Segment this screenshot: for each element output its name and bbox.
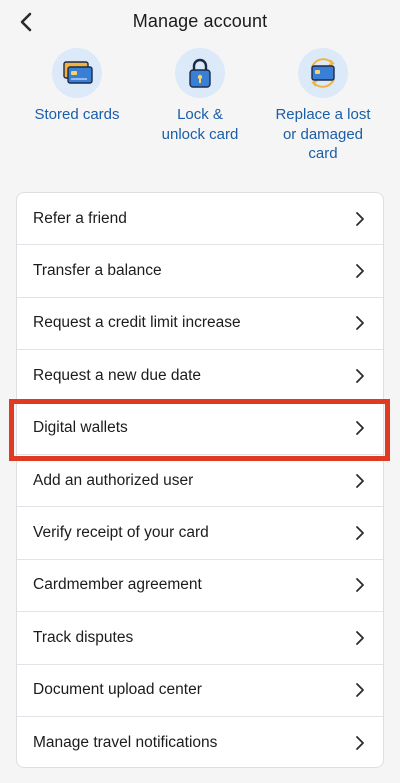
chevron-right-icon	[356, 421, 364, 436]
menu-item-credit-limit-increase[interactable]: Request a credit limit increase	[17, 298, 383, 351]
chevron-right-icon	[356, 316, 364, 331]
replace-card-button[interactable]: Replace a lost or damaged card	[268, 48, 378, 164]
menu-item-label: Refer a friend	[33, 209, 127, 227]
menu-item-new-due-date[interactable]: Request a new due date	[17, 350, 383, 403]
lock-unlock-card-button[interactable]: Lock & unlock card	[147, 48, 253, 144]
menu-item-label: Digital wallets	[33, 419, 128, 437]
chevron-right-icon	[356, 526, 364, 540]
menu-item-track-disputes[interactable]: Track disputes	[17, 612, 383, 665]
quick-actions: Stored cards Lock & unlock card Replace …	[0, 48, 400, 172]
chevron-right-icon	[356, 264, 364, 278]
menu-item-label: Verify receipt of your card	[33, 524, 209, 542]
menu-item-label: Request a credit limit increase	[33, 314, 241, 332]
chevron-right-icon	[356, 211, 364, 226]
menu-item-label: Document upload center	[33, 681, 202, 699]
account-options-list: Refer a friend Transfer a balance Reques…	[16, 192, 384, 768]
menu-item-label: Cardmember agreement	[33, 576, 202, 594]
menu-item-authorized-user[interactable]: Add an authorized user	[17, 455, 383, 508]
chevron-right-icon	[356, 630, 364, 645]
menu-item-label: Add an authorized user	[33, 471, 194, 489]
chevron-right-icon	[356, 736, 364, 750]
chevron-right-icon	[356, 473, 364, 488]
stored-cards-icon	[52, 48, 102, 98]
replace-card-label: Replace a lost or damaged card	[275, 106, 371, 162]
menu-item-label: Transfer a balance	[33, 262, 162, 280]
chevron-right-icon	[356, 683, 364, 698]
chevron-right-icon	[356, 578, 364, 593]
menu-item-travel-notifications[interactable]: Manage travel notifications	[17, 717, 383, 767]
menu-item-label: Request a new due date	[33, 366, 202, 384]
menu-item-transfer-a-balance[interactable]: Transfer a balance	[17, 245, 383, 298]
menu-item-verify-receipt[interactable]: Verify receipt of your card	[17, 507, 383, 560]
lock-icon	[175, 48, 225, 98]
menu-item-label: Track disputes	[33, 628, 134, 646]
lock-unlock-label: Lock & unlock card	[161, 106, 239, 143]
menu-item-label: Manage travel notifications	[33, 734, 218, 752]
stored-cards-label: Stored cards	[34, 106, 120, 123]
menu-item-document-upload[interactable]: Document upload center	[17, 665, 383, 717]
replace-card-icon	[298, 48, 348, 98]
menu-item-digital-wallets[interactable]: Digital wallets	[17, 403, 383, 455]
menu-item-cardmember-agreement[interactable]: Cardmember agreement	[17, 560, 383, 613]
chevron-right-icon	[356, 368, 364, 383]
menu-item-refer-a-friend[interactable]: Refer a friend	[17, 193, 383, 246]
stored-cards-button[interactable]: Stored cards	[27, 48, 127, 125]
page-title: Manage account	[132, 11, 268, 31]
top-bar: Manage account	[0, 0, 400, 44]
